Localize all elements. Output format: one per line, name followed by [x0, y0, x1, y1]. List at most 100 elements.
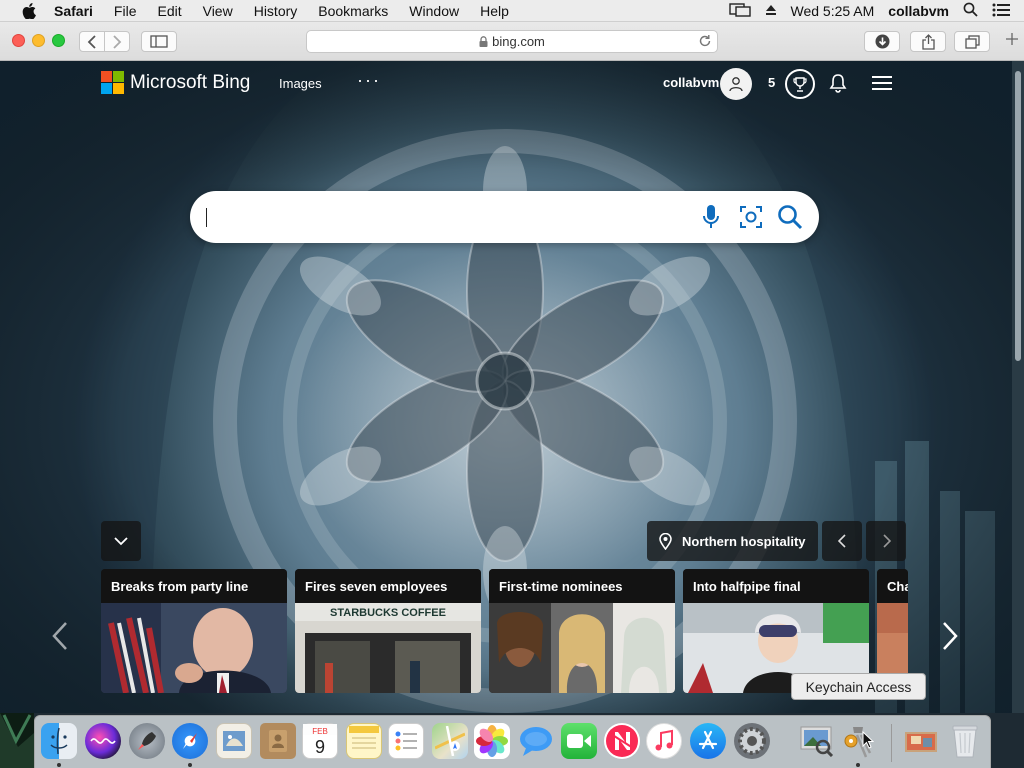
news-card-title: Cha	[877, 569, 908, 603]
menu-window[interactable]: Window	[409, 0, 459, 22]
downloads-button[interactable]	[864, 31, 900, 52]
rewards-points[interactable]: 5	[768, 75, 775, 90]
news-card[interactable]: First-time nominees	[489, 569, 675, 693]
reminders-icon[interactable]	[388, 723, 424, 759]
apple-menu-icon[interactable]	[18, 0, 40, 22]
preview-icon[interactable]	[799, 723, 835, 759]
contacts-icon[interactable]	[260, 723, 296, 759]
visual-search-icon[interactable]	[739, 204, 763, 235]
share-button[interactable]	[910, 31, 946, 52]
downloads-stack-icon[interactable]	[903, 723, 939, 759]
news-card[interactable]: Fires seven employees STARBUCKS COFFEE	[295, 569, 481, 693]
back-button[interactable]	[79, 31, 105, 52]
messages-icon[interactable]	[518, 723, 554, 759]
dock-separator	[891, 724, 892, 762]
news-card-title: Into halfpipe final	[683, 569, 869, 603]
maps-icon[interactable]	[432, 723, 468, 759]
safari-icon[interactable]	[172, 723, 208, 759]
location-pin-icon	[659, 532, 672, 550]
dock-tooltip: Keychain Access	[791, 673, 926, 700]
carousel-next-icon[interactable]	[942, 621, 958, 656]
hamburger-menu-icon[interactable]	[871, 75, 893, 96]
calendar-icon[interactable]: FEB 9	[302, 723, 338, 759]
finder-icon[interactable]	[41, 723, 77, 759]
zoom-window-button[interactable]	[52, 34, 65, 47]
menu-app-name[interactable]: Safari	[54, 0, 93, 22]
app-store-icon[interactable]	[690, 723, 726, 759]
chevron-right-icon	[113, 34, 122, 49]
avatar[interactable]	[720, 68, 752, 100]
menu-history[interactable]: History	[254, 0, 298, 22]
person-icon	[729, 77, 743, 92]
account-name[interactable]: collabvm	[663, 75, 719, 90]
address-bar-url: bing.com	[492, 34, 545, 49]
menubar-clock[interactable]: Wed 5:25 AM	[791, 3, 875, 19]
microsoft-logo-icon	[101, 71, 124, 94]
minimize-window-button[interactable]	[32, 34, 45, 47]
search-icon[interactable]	[777, 204, 803, 235]
address-bar[interactable]: bing.com	[306, 30, 718, 53]
nav-more-button[interactable]: ···	[357, 70, 381, 91]
collapse-feed-button[interactable]	[101, 521, 141, 561]
bing-homepage: Microsoft Bing Images ··· collabvm 5 Nor…	[0, 61, 1012, 713]
launchpad-icon[interactable]	[129, 723, 165, 759]
search-input[interactable]	[208, 201, 678, 233]
menu-edit[interactable]: Edit	[157, 0, 181, 22]
menu-bar: Safari File Edit View History Bookmarks …	[0, 0, 1024, 22]
news-card-title: First-time nominees	[489, 569, 675, 603]
menu-view[interactable]: View	[203, 0, 233, 22]
menu-bookmarks[interactable]: Bookmarks	[318, 0, 388, 22]
menu-help[interactable]: Help	[480, 0, 509, 22]
news-card-image	[101, 603, 287, 693]
scrollbar-thumb[interactable]	[1015, 71, 1021, 361]
notification-center-icon[interactable]	[992, 3, 1010, 20]
menu-file[interactable]: File	[114, 0, 137, 22]
microphone-icon[interactable]	[702, 204, 720, 235]
rewards-button[interactable]	[785, 69, 815, 99]
calendar-month: FEB	[312, 727, 328, 736]
carousel-prev-icon[interactable]	[52, 621, 68, 656]
eject-icon[interactable]	[765, 3, 777, 19]
photos-icon[interactable]	[474, 723, 510, 759]
download-icon	[875, 34, 889, 49]
bing-logo[interactable]: Microsoft Bing	[101, 71, 250, 94]
image-location-button[interactable]: Northern hospitality	[647, 521, 818, 561]
display-mirroring-icon[interactable]	[728, 2, 751, 20]
trash-icon[interactable]	[947, 723, 983, 759]
close-window-button[interactable]	[12, 34, 25, 47]
previous-image-button[interactable]	[822, 521, 862, 561]
mail-icon[interactable]	[216, 723, 252, 759]
news-card-title: Fires seven employees	[295, 569, 481, 603]
nav-images-link[interactable]: Images	[279, 76, 322, 91]
tabs-icon	[964, 34, 980, 49]
menubar-user[interactable]: collabvm	[888, 3, 949, 19]
tab-overview-button[interactable]	[954, 31, 990, 52]
search-box[interactable]	[190, 191, 819, 243]
system-preferences-icon[interactable]	[734, 723, 770, 759]
chevron-left-icon	[87, 34, 96, 49]
forward-button[interactable]	[104, 31, 130, 52]
sidebar-toggle-button[interactable]	[141, 31, 177, 52]
notifications-bell-icon[interactable]	[829, 73, 847, 98]
music-icon[interactable]	[646, 723, 682, 759]
share-icon	[921, 33, 935, 50]
starbucks-sign: STARBUCKS COFFEE	[330, 607, 446, 619]
siri-icon[interactable]	[85, 723, 121, 759]
mouse-cursor-icon	[862, 730, 875, 754]
dock: FEB 9	[34, 715, 991, 768]
spotlight-icon[interactable]	[963, 2, 978, 20]
page-scrollbar[interactable]	[1012, 61, 1024, 713]
news-icon[interactable]	[604, 723, 640, 759]
news-card[interactable]: Breaks from party line	[101, 569, 287, 693]
calendar-day: 9	[315, 737, 325, 757]
news-card-image: STARBUCKS COFFEE	[295, 603, 481, 693]
reload-icon[interactable]	[698, 34, 712, 51]
notes-icon[interactable]	[346, 723, 382, 759]
lock-icon	[479, 36, 488, 47]
bing-logo-text: Microsoft Bing	[130, 71, 251, 93]
news-card-title: Breaks from party line	[101, 569, 287, 603]
next-image-button[interactable]	[866, 521, 906, 561]
browser-toolbar: bing.com	[0, 22, 1024, 61]
new-tab-button[interactable]	[1005, 32, 1019, 51]
facetime-icon[interactable]	[561, 723, 597, 759]
